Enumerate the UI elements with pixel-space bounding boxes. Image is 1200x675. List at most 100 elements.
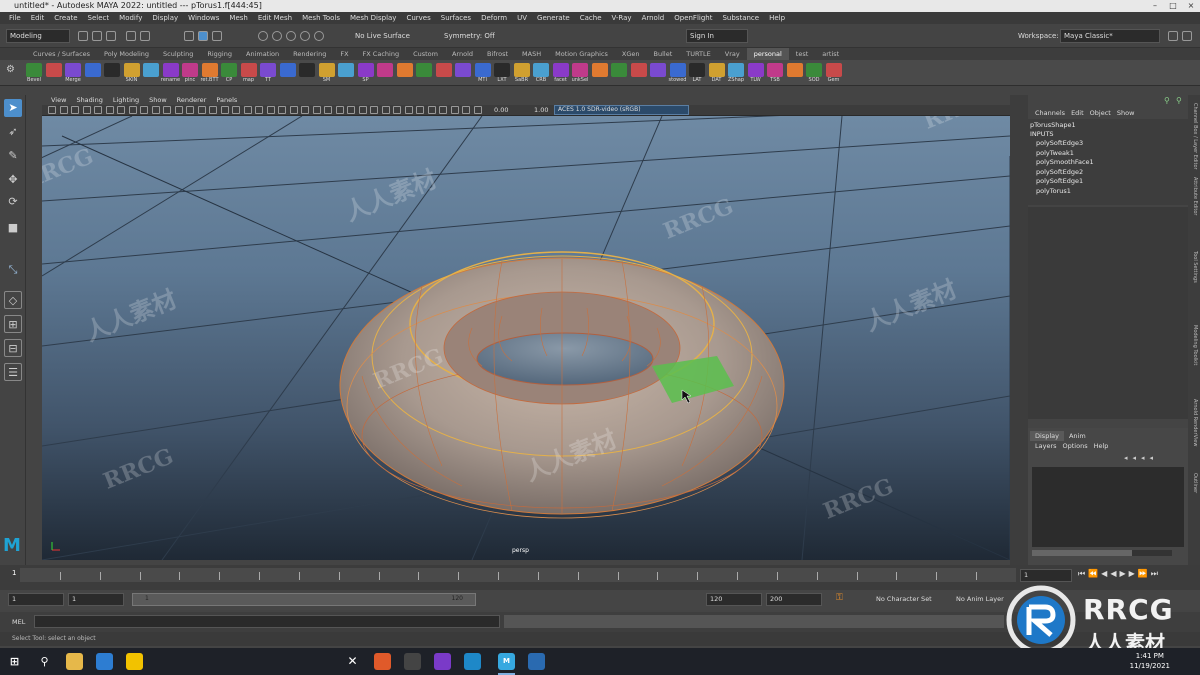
- menu-create[interactable]: Create: [49, 12, 82, 24]
- last-tool-icon[interactable]: ⤡: [4, 261, 22, 279]
- menu-v-ray[interactable]: V-Ray: [607, 12, 637, 24]
- file-explorer-icon[interactable]: [66, 653, 83, 670]
- shelf-button[interactable]: [240, 63, 257, 77]
- shelf-button[interactable]: [435, 63, 452, 77]
- photos-icon[interactable]: [528, 653, 545, 670]
- paint-select-icon[interactable]: ✎: [4, 147, 22, 165]
- playback-start-field[interactable]: 1: [68, 593, 124, 606]
- menu-windows[interactable]: Windows: [183, 12, 224, 24]
- shelf-button[interactable]: [572, 63, 588, 77]
- shelf-tab-custom[interactable]: Custom: [406, 48, 445, 60]
- panel-tool-icon[interactable]: [163, 106, 171, 114]
- viewport-persp[interactable]: persp RRCG 人人素材 RRCG RRCG 人人素材 RRCG 人人素材…: [42, 116, 1010, 560]
- panel-menu-view[interactable]: View: [46, 95, 71, 105]
- side-tab-modeling-toolkit[interactable]: Modeling Toolkit: [1190, 325, 1198, 365]
- step-back-icon[interactable]: ◀: [1101, 569, 1107, 579]
- side-tab-arnold-renderview[interactable]: Arnold RenderView: [1190, 399, 1198, 446]
- step-back-key-icon[interactable]: ⏪: [1088, 569, 1098, 579]
- panel-tool-icon[interactable]: [427, 106, 436, 114]
- shelf-button[interactable]: [357, 63, 374, 77]
- input-node[interactable]: polySoftEdge2: [1036, 168, 1083, 176]
- panel-tool-icon[interactable]: [473, 106, 482, 114]
- colorspace-dropdown[interactable]: ACES 1.0 SDR-video (sRGB): [554, 105, 689, 115]
- shelf-button[interactable]: [611, 63, 627, 77]
- shelf-button[interactable]: [416, 63, 432, 77]
- layout-two-icon[interactable]: ⊟: [4, 339, 22, 357]
- side-tab-attribute-editor[interactable]: Attribute Editor: [1190, 177, 1198, 215]
- shelf-button[interactable]: [650, 63, 666, 77]
- menu-uv[interactable]: UV: [512, 12, 532, 24]
- panel-tool-icon[interactable]: [140, 106, 148, 114]
- channel-menu-object[interactable]: Object: [1087, 108, 1114, 118]
- torus-mesh[interactable]: [339, 251, 785, 519]
- move-layer-up-icon[interactable]: ◂: [1124, 454, 1128, 462]
- menu-surfaces[interactable]: Surfaces: [436, 12, 476, 24]
- blender-icon[interactable]: [404, 653, 421, 670]
- shelf-button[interactable]: [708, 63, 725, 77]
- panel-menu-shading[interactable]: Shading: [71, 95, 107, 105]
- snap-curve-icon[interactable]: [272, 31, 282, 41]
- select-tool-icon[interactable]: ➤: [4, 99, 22, 117]
- mail-icon[interactable]: [96, 653, 113, 670]
- panel-menu-panels[interactable]: Panels: [211, 95, 242, 105]
- panel-tool-icon[interactable]: [174, 106, 183, 114]
- play-forward-icon[interactable]: ▶: [1119, 569, 1125, 579]
- shelf-button[interactable]: [494, 63, 510, 77]
- shelf-tab-curves-surfaces[interactable]: Curves / Surfaces: [26, 48, 97, 60]
- menu-deform[interactable]: Deform: [476, 12, 512, 24]
- layer-tab-display[interactable]: Display: [1030, 431, 1064, 441]
- input-node[interactable]: polySmoothFace1: [1036, 158, 1094, 166]
- layout-four-icon[interactable]: ⊞: [4, 315, 22, 333]
- menu-generate[interactable]: Generate: [532, 12, 575, 24]
- shelf-button[interactable]: [669, 63, 686, 77]
- shelf-button[interactable]: [279, 63, 296, 77]
- shelf-tab-mash[interactable]: MASH: [515, 48, 548, 60]
- shelf-button[interactable]: [26, 63, 42, 77]
- select-component-icon[interactable]: [212, 31, 222, 41]
- command-input[interactable]: [34, 615, 500, 628]
- shelf-tab-fx[interactable]: FX: [333, 48, 355, 60]
- menu-mesh[interactable]: Mesh: [224, 12, 252, 24]
- live-surface-label[interactable]: No Live Surface: [355, 32, 410, 40]
- lasso-tool-icon[interactable]: ➶: [4, 123, 22, 141]
- close-icon[interactable]: ×: [1182, 0, 1200, 12]
- panel-tool-icon[interactable]: [94, 106, 102, 114]
- select-object-icon[interactable]: [198, 31, 208, 41]
- maximize-icon[interactable]: □: [1164, 0, 1182, 12]
- shelf-button[interactable]: [767, 63, 783, 77]
- step-forward-icon[interactable]: ▶: [1129, 569, 1135, 579]
- anim-layer-dropdown[interactable]: No Anim Layer: [956, 595, 1004, 603]
- rotate-tool-icon[interactable]: ⟳: [4, 193, 22, 211]
- layer-menu-layers[interactable]: Layers: [1032, 442, 1060, 450]
- shelf-tab-artist[interactable]: artist: [815, 48, 846, 60]
- shelf-tab-animation[interactable]: Animation: [239, 48, 286, 60]
- start-time-field[interactable]: 1: [8, 593, 64, 606]
- panel-tool-icon[interactable]: [243, 106, 252, 114]
- gamma-value[interactable]: 1.00: [534, 106, 548, 114]
- menu-openflight[interactable]: OpenFlight: [669, 12, 717, 24]
- panel-tool-icon[interactable]: [289, 106, 298, 114]
- shelf-button[interactable]: [474, 63, 491, 77]
- shelf-tab-turtle[interactable]: TURTLE: [679, 48, 717, 60]
- go-start-icon[interactable]: ⏮: [1078, 569, 1085, 579]
- panel-tool-icon[interactable]: [59, 106, 68, 114]
- panel-tool-icon[interactable]: [335, 106, 344, 114]
- end-time-field[interactable]: 200: [766, 593, 822, 606]
- shelf-button[interactable]: [162, 63, 179, 77]
- shelf-tab-sculpting[interactable]: Sculpting: [156, 48, 200, 60]
- outliner-layout-icon[interactable]: ☰: [4, 363, 22, 381]
- input-node[interactable]: polySoftEdge1: [1036, 177, 1083, 185]
- shelf-button[interactable]: [65, 63, 81, 77]
- shelf-tab-bullet[interactable]: Bullet: [647, 48, 680, 60]
- shelf-button[interactable]: [747, 63, 764, 77]
- shelf-button[interactable]: [396, 63, 413, 77]
- shelf-tab-rigging[interactable]: Rigging: [200, 48, 239, 60]
- menu-display[interactable]: Display: [147, 12, 183, 24]
- toggle-panel-icon[interactable]: [1168, 31, 1178, 41]
- panel-tool-icon[interactable]: [358, 106, 367, 114]
- move-layer-down-icon[interactable]: ◂: [1133, 454, 1137, 462]
- channel-menu-show[interactable]: Show: [1114, 108, 1138, 118]
- menu-set-dropdown[interactable]: Modeling: [6, 29, 70, 43]
- panel-tool-icon[interactable]: [266, 106, 275, 114]
- input-node[interactable]: polyTorus1: [1036, 187, 1071, 195]
